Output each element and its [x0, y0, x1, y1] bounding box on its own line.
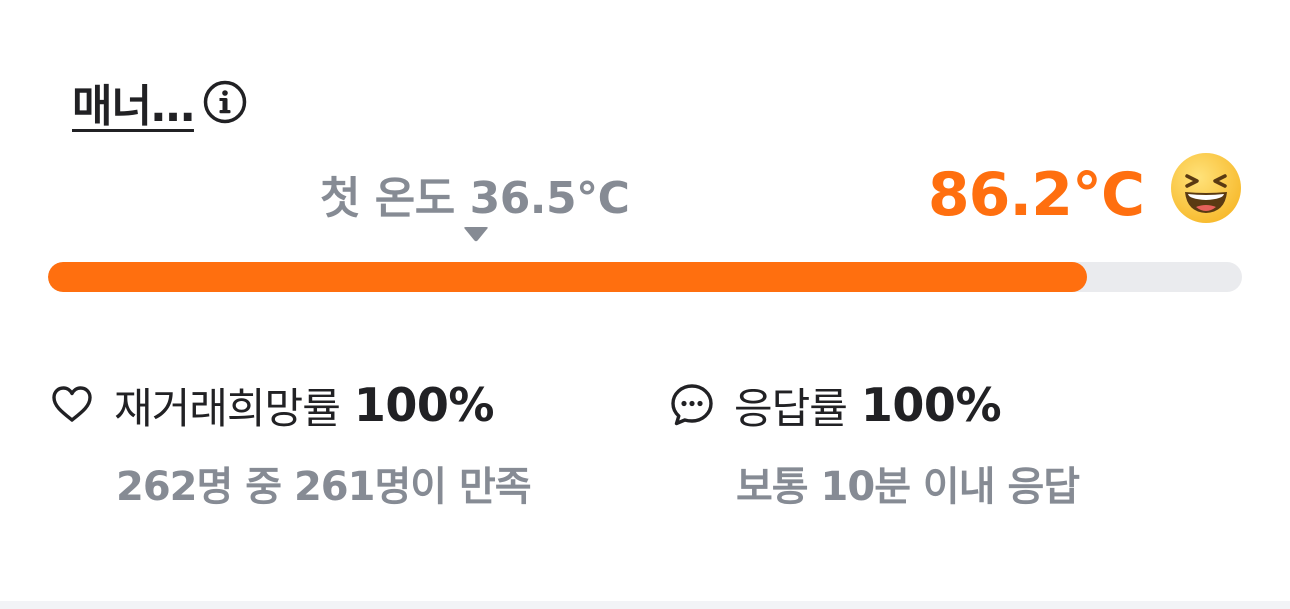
manner-header: 매너…	[72, 72, 248, 132]
heart-outline-icon	[48, 381, 96, 429]
manner-temperature-bar-fill	[48, 262, 1087, 292]
first-temperature-label: 첫 온도 36.5°C	[320, 173, 630, 224]
rehire-rate-label: 재거래희망률	[114, 383, 341, 433]
manner-title-link[interactable]: 매너…	[72, 70, 195, 134]
rehire-rate-detail: 262명 중 261명이 만족	[116, 464, 532, 510]
response-time-detail: 보통 10분 이내 응답	[736, 464, 1080, 510]
response-rate-label: 응답률	[734, 383, 848, 433]
response-rate-value: 100%	[860, 378, 1002, 432]
rehire-rate-stat: 재거래희망률 100% 262명 중 261명이 만족	[48, 374, 532, 512]
current-temperature: 86.2°C	[927, 160, 1145, 230]
response-rate-stat: 응답률 100% 보통 10분 이내 응답	[668, 374, 1080, 512]
laughing-face-icon	[1171, 153, 1241, 223]
info-circle-icon[interactable]	[202, 79, 248, 125]
section-divider	[0, 601, 1290, 609]
manner-temperature-bar	[48, 262, 1242, 292]
rehire-rate-value: 100%	[353, 378, 495, 432]
first-temperature-marker-icon	[464, 227, 488, 242]
chat-bubble-icon	[668, 381, 716, 429]
manner-temperature-section: 매너… 첫 온도 36.5°C 86.2°C 재거래희망률 100% 262명 …	[0, 0, 1290, 609]
